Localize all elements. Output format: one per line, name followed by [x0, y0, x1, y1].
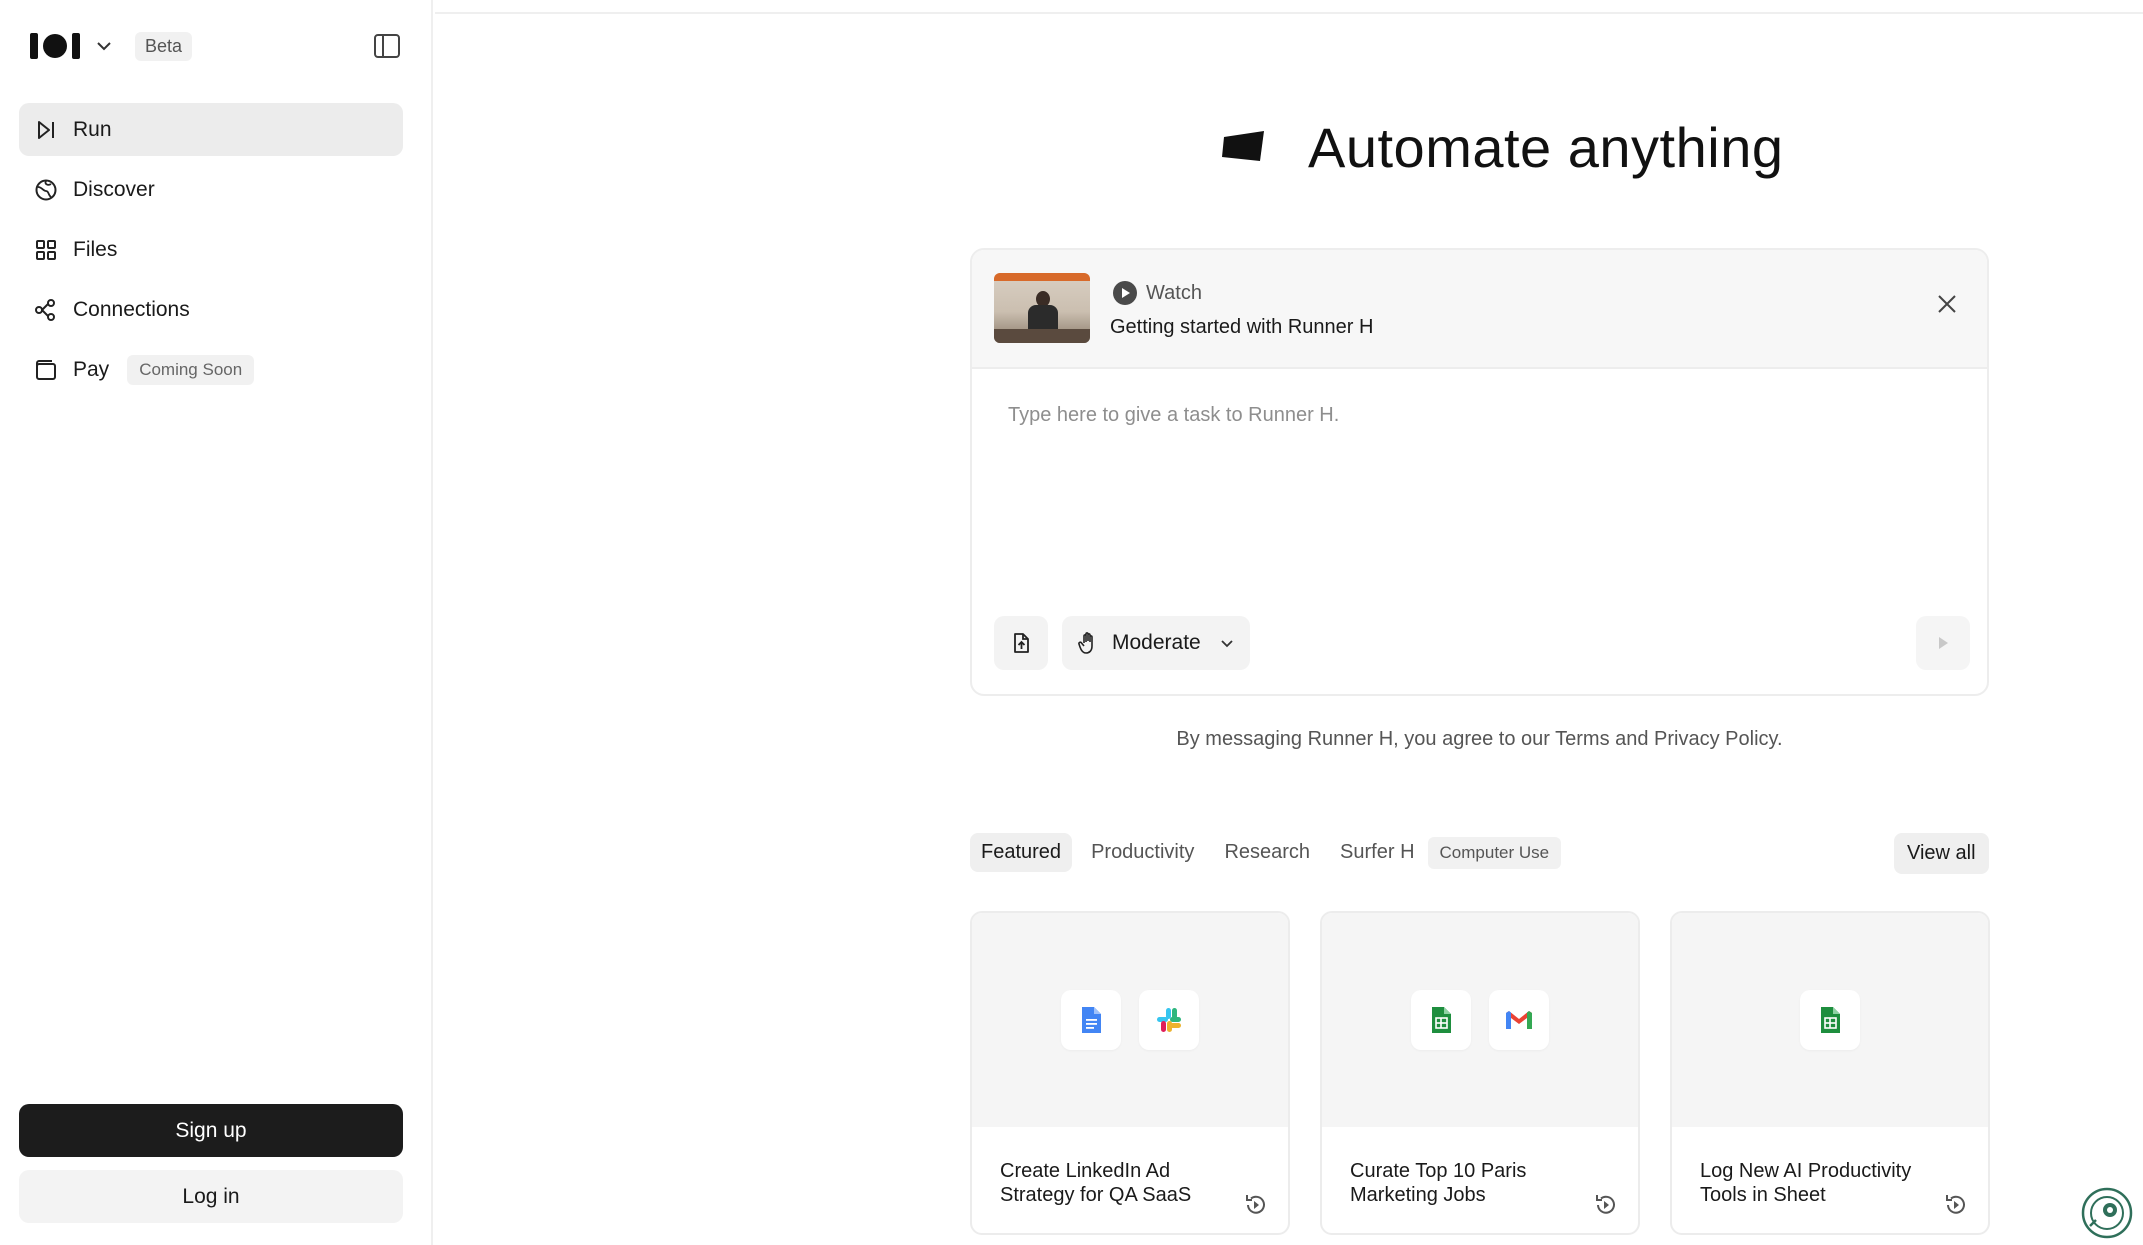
- main-divider: [435, 12, 2143, 14]
- video-thumbnail[interactable]: [994, 273, 1090, 343]
- sidebar-item-label: Pay: [73, 357, 110, 381]
- replay-icon[interactable]: [1592, 1191, 1620, 1219]
- sidebar-item-connections[interactable]: Connections: [19, 283, 403, 336]
- wallet-icon: [33, 357, 59, 383]
- sidebar-item-files[interactable]: Files: [19, 223, 403, 276]
- sidebar-toggle-icon[interactable]: [372, 32, 402, 60]
- watch-link[interactable]: Watch: [1112, 280, 1202, 306]
- play-icon: [1113, 281, 1137, 305]
- tab-featured[interactable]: Featured: [970, 833, 1073, 872]
- task-composer: Watch Getting started with Runner H Mode…: [970, 248, 1989, 696]
- slack-icon: [1139, 990, 1199, 1050]
- sidebar-item-discover[interactable]: Discover: [19, 163, 403, 216]
- globe-icon: [33, 177, 59, 203]
- connections-icon: [33, 297, 59, 323]
- runner-h-logo-icon: [1222, 131, 1264, 161]
- card-title: Curate Top 10 Paris Marketing Jobs: [1350, 1160, 1527, 1206]
- video-title[interactable]: Getting started with Runner H: [1110, 316, 1373, 339]
- file-upload-icon: [1014, 633, 1029, 653]
- gmail-icon: [1489, 990, 1549, 1050]
- hand-icon: [1078, 632, 1093, 654]
- terms-notice: By messaging Runner H, you agree to our …: [1176, 728, 1783, 750]
- card-app-icons: [1672, 913, 1988, 1127]
- google-docs-icon: [1061, 990, 1121, 1050]
- h-logo[interactable]: [30, 33, 113, 59]
- computer-use-badge: Computer Use: [1427, 836, 1562, 869]
- getting-started-banner: Watch Getting started with Runner H: [972, 250, 1987, 369]
- template-tabs: Featured Productivity Research Surfer H …: [970, 833, 1562, 872]
- card-title: Create LinkedIn Ad Strategy for QA SaaS: [1000, 1160, 1192, 1206]
- log-in-button[interactable]: Log in: [19, 1170, 403, 1223]
- attach-file-button[interactable]: [994, 616, 1048, 670]
- sidebar-nav: Run Discover Files Connections Pay Comin…: [19, 103, 403, 403]
- replay-icon[interactable]: [1242, 1191, 1270, 1219]
- send-button[interactable]: [1916, 616, 1970, 670]
- beta-badge: Beta: [135, 31, 193, 61]
- page-title: Automate anything: [1308, 115, 1784, 179]
- tab-surfer-h[interactable]: Surfer H: [1329, 833, 1425, 872]
- google-sheets-icon: [1411, 990, 1471, 1050]
- template-card[interactable]: Curate Top 10 Paris Marketing Jobs: [1320, 911, 1640, 1235]
- close-icon[interactable]: [1934, 291, 1960, 317]
- sidebar-item-run[interactable]: Run: [19, 103, 403, 156]
- view-all-button[interactable]: View all: [1894, 833, 1989, 874]
- card-title: Log New AI Productivity Tools in Sheet: [1700, 1160, 1912, 1206]
- task-input[interactable]: [1006, 402, 1950, 526]
- sidebar-item-label: Files: [73, 237, 118, 261]
- replay-icon[interactable]: [1942, 1191, 1970, 1219]
- card-app-icons: [1322, 913, 1638, 1127]
- hero: Automate anything: [1220, 112, 1783, 182]
- sidebar-item-label: Run: [73, 117, 112, 141]
- sidebar-item-pay[interactable]: Pay Coming Soon: [19, 343, 403, 396]
- grid-icon: [33, 237, 59, 263]
- mode-label: Moderate: [1112, 631, 1201, 654]
- run-icon: [33, 117, 59, 143]
- tab-productivity[interactable]: Productivity: [1080, 833, 1205, 872]
- tab-research[interactable]: Research: [1213, 833, 1321, 872]
- template-card[interactable]: Create LinkedIn Ad Strategy for QA SaaS: [970, 911, 1290, 1235]
- mode-select[interactable]: Moderate: [1062, 616, 1250, 670]
- chevron-down-icon: [1221, 640, 1233, 648]
- google-sheets-icon: [1800, 990, 1860, 1050]
- card-app-icons: [972, 913, 1288, 1127]
- sign-up-button[interactable]: Sign up: [19, 1104, 403, 1157]
- sidebar: Beta Run Discover Files Connections Pay …: [0, 0, 433, 1245]
- coming-soon-badge: Coming Soon: [127, 354, 255, 385]
- sidebar-item-label: Discover: [73, 177, 155, 201]
- brand-switcher[interactable]: Beta: [30, 30, 193, 62]
- sidebar-item-label: Connections: [73, 297, 190, 321]
- template-card[interactable]: Log New AI Productivity Tools in Sheet: [1670, 911, 1990, 1235]
- send-icon: [1939, 637, 1948, 649]
- chevron-down-icon: [97, 42, 111, 51]
- help-assistant-icon[interactable]: [2080, 1186, 2134, 1240]
- watch-label: Watch: [1146, 281, 1202, 304]
